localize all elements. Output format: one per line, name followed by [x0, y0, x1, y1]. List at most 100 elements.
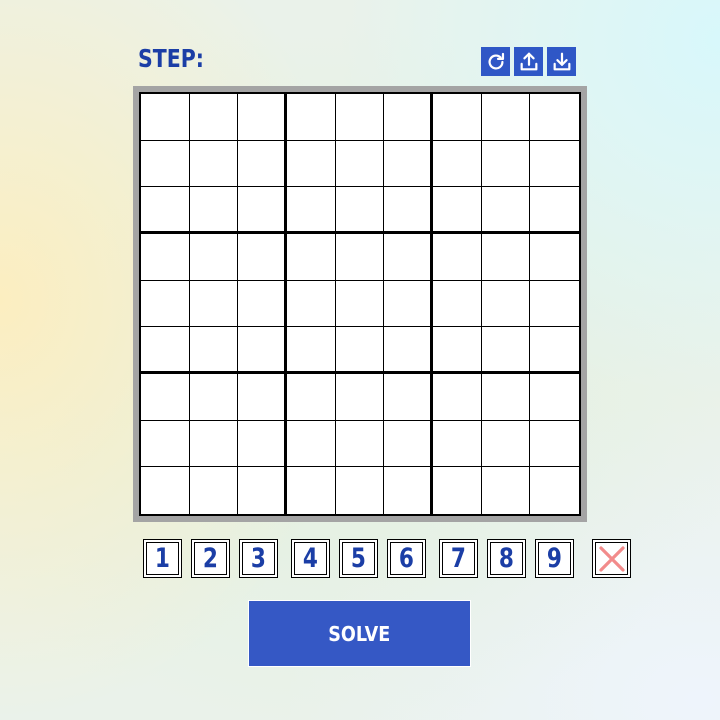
sudoku-cell[interactable]	[287, 187, 336, 234]
sudoku-cell[interactable]	[530, 374, 579, 421]
sudoku-cell[interactable]	[238, 420, 287, 468]
sudoku-cell[interactable]	[384, 234, 433, 281]
sudoku-cell[interactable]	[287, 234, 336, 281]
sudoku-cell[interactable]	[335, 94, 385, 141]
digit-button-9[interactable]: 9	[535, 539, 574, 578]
digit-button-6[interactable]: 6	[387, 539, 426, 578]
sudoku-cell[interactable]	[433, 234, 482, 281]
sudoku-cell[interactable]	[141, 327, 190, 374]
digit-button-5[interactable]: 5	[339, 539, 378, 578]
sudoku-cell[interactable]	[141, 374, 190, 421]
sudoku-cell[interactable]	[189, 140, 239, 188]
sudoku-cell[interactable]	[530, 234, 579, 281]
sudoku-cell[interactable]	[287, 420, 336, 468]
sudoku-cell[interactable]	[433, 280, 482, 328]
sudoku-cell[interactable]	[481, 374, 531, 421]
sudoku-cell[interactable]	[530, 140, 579, 188]
sudoku-cell[interactable]	[481, 187, 531, 234]
sudoku-cell[interactable]	[335, 234, 385, 281]
sudoku-cell[interactable]	[189, 327, 239, 374]
sudoku-cell[interactable]	[141, 187, 190, 234]
sudoku-cell[interactable]	[287, 327, 336, 374]
digit-button-4[interactable]: 4	[291, 539, 330, 578]
sudoku-cell[interactable]	[481, 234, 531, 281]
sudoku-cell[interactable]	[335, 374, 385, 421]
sudoku-cell[interactable]	[433, 467, 482, 514]
sudoku-cell[interactable]	[530, 280, 579, 328]
sudoku-cell[interactable]	[141, 234, 190, 281]
sudoku-cell[interactable]	[189, 187, 239, 234]
sudoku-cell[interactable]	[335, 467, 385, 514]
sudoku-cell[interactable]	[141, 280, 190, 328]
sudoku-cell[interactable]	[287, 467, 336, 514]
sudoku-cell[interactable]	[384, 374, 433, 421]
digit-button-label: 4	[302, 543, 319, 574]
sudoku-cell[interactable]	[238, 327, 287, 374]
sudoku-cell[interactable]	[141, 140, 190, 188]
sudoku-cell[interactable]	[238, 467, 287, 514]
sudoku-cell[interactable]	[335, 420, 385, 468]
digit-button-8[interactable]: 8	[487, 539, 526, 578]
sudoku-cell[interactable]	[384, 187, 433, 234]
sudoku-cell[interactable]	[433, 420, 482, 468]
digit-button-7[interactable]: 7	[439, 539, 478, 578]
sudoku-cell[interactable]	[433, 327, 482, 374]
sudoku-cell[interactable]	[335, 187, 385, 234]
solve-button[interactable]: SOLVE	[248, 600, 471, 667]
sudoku-cell[interactable]	[189, 467, 239, 514]
refresh-button[interactable]	[481, 47, 510, 76]
sudoku-cell[interactable]	[335, 140, 385, 188]
digit-button-1[interactable]: 1	[143, 539, 182, 578]
sudoku-cell[interactable]	[481, 420, 531, 468]
sudoku-cell[interactable]	[141, 94, 190, 141]
sudoku-cell[interactable]	[530, 327, 579, 374]
digit-button-3[interactable]: 3	[239, 539, 278, 578]
sudoku-cell[interactable]	[287, 374, 336, 421]
sudoku-cell[interactable]	[384, 420, 433, 468]
sudoku-cell[interactable]	[530, 420, 579, 468]
sudoku-cell[interactable]	[384, 467, 433, 514]
sudoku-cell[interactable]	[189, 374, 239, 421]
sudoku-cell[interactable]	[287, 280, 336, 328]
sudoku-cell[interactable]	[481, 467, 531, 514]
sudoku-cell[interactable]	[189, 280, 239, 328]
download-button[interactable]	[547, 47, 576, 76]
sudoku-cell[interactable]	[433, 374, 482, 421]
sudoku-cell[interactable]	[238, 234, 287, 281]
sudoku-cell[interactable]	[433, 187, 482, 234]
sudoku-cell[interactable]	[189, 234, 239, 281]
sudoku-cell[interactable]	[481, 140, 531, 188]
sudoku-cell[interactable]	[433, 140, 482, 188]
sudoku-cell[interactable]	[433, 94, 482, 141]
sudoku-cell[interactable]	[481, 94, 531, 141]
sudoku-cell[interactable]	[141, 420, 190, 468]
sudoku-cell[interactable]	[189, 94, 239, 141]
upload-button[interactable]	[514, 47, 543, 76]
sudoku-cell[interactable]	[287, 94, 336, 141]
sudoku-cell[interactable]	[384, 280, 433, 328]
sudoku-cell[interactable]	[530, 467, 579, 514]
sudoku-cell[interactable]	[384, 327, 433, 374]
sudoku-cell[interactable]	[335, 280, 385, 328]
sudoku-cell[interactable]	[530, 94, 579, 141]
sudoku-cell[interactable]	[238, 374, 287, 421]
sudoku-cell[interactable]	[238, 280, 287, 328]
sudoku-cell[interactable]	[481, 327, 531, 374]
clear-button[interactable]	[592, 539, 631, 578]
digit-button-label: 5	[350, 543, 367, 574]
sudoku-cell[interactable]	[530, 187, 579, 234]
sudoku-cell[interactable]	[384, 94, 433, 141]
sudoku-cell[interactable]	[238, 94, 287, 141]
step-label: STEP:	[138, 44, 204, 73]
sudoku-cell[interactable]	[238, 140, 287, 188]
digit-button-label: 7	[450, 543, 467, 574]
sudoku-cell[interactable]	[238, 187, 287, 234]
sudoku-cell[interactable]	[335, 327, 385, 374]
digit-button-2[interactable]: 2	[191, 539, 230, 578]
digit-button-label: 1	[154, 543, 171, 574]
sudoku-cell[interactable]	[384, 140, 433, 188]
sudoku-cell[interactable]	[287, 140, 336, 188]
sudoku-cell[interactable]	[481, 280, 531, 328]
sudoku-cell[interactable]	[189, 420, 239, 468]
sudoku-cell[interactable]	[141, 467, 190, 514]
